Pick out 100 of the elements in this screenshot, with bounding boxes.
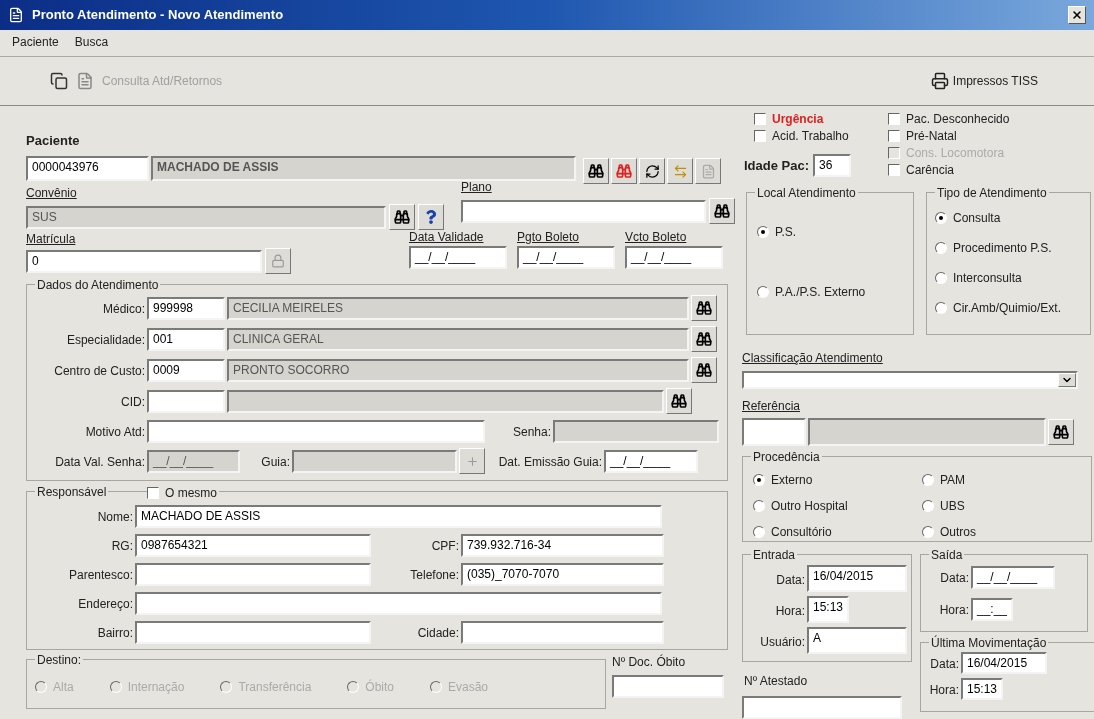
radio-button[interactable] bbox=[935, 242, 947, 254]
radio-button[interactable] bbox=[757, 226, 769, 238]
text-field[interactable]: 0000043976 bbox=[26, 155, 149, 181]
text-field[interactable] bbox=[135, 562, 371, 586]
text-field[interactable]: 36 bbox=[813, 154, 852, 177]
text-field[interactable] bbox=[612, 675, 724, 698]
field-label: Referência bbox=[742, 399, 801, 413]
text-field[interactable]: __/__/____ bbox=[625, 246, 723, 269]
menu-item[interactable]: Busca bbox=[74, 33, 109, 51]
text-field[interactable]: PRONTO SOCORRO bbox=[227, 358, 689, 382]
field-label: Nº Doc. Óbito bbox=[612, 653, 687, 671]
copy-icon[interactable] bbox=[50, 72, 68, 90]
text-field[interactable]: 0009 bbox=[147, 358, 225, 382]
search-button[interactable] bbox=[691, 357, 717, 383]
field-label: Guia: bbox=[261, 455, 290, 469]
radio-button[interactable] bbox=[753, 474, 765, 486]
window-title: Pronto Atendimento - Novo Atendimento bbox=[32, 6, 284, 25]
text-field[interactable]: 0987654321 bbox=[135, 533, 371, 557]
checkbox-label: Pré-Natal bbox=[906, 127, 957, 145]
radio-label: UBS bbox=[940, 498, 965, 515]
text-field[interactable]: MACHADO DE ASSIS bbox=[135, 504, 662, 528]
search-button[interactable] bbox=[709, 198, 735, 224]
radio-label: Externo bbox=[771, 472, 813, 489]
text-field[interactable]: (035)_7070-7070 bbox=[461, 562, 664, 586]
search-button[interactable] bbox=[691, 295, 717, 321]
radio-button[interactable] bbox=[753, 500, 765, 512]
field-label: CPF: bbox=[431, 539, 459, 553]
text-field[interactable]: 16/04/2015 bbox=[807, 565, 907, 592]
binoculars-icon bbox=[671, 393, 687, 409]
radio-label: Alta bbox=[53, 679, 74, 696]
text-field[interactable]: 15:13 bbox=[807, 596, 849, 623]
classificacao-dropdown[interactable] bbox=[742, 371, 1078, 389]
text-field[interactable]: A bbox=[807, 627, 907, 654]
text-field[interactable]: 001 bbox=[147, 327, 225, 351]
field-label: Dat. Emissão Guia: bbox=[498, 455, 602, 469]
text-field[interactable] bbox=[461, 620, 664, 644]
document-icon[interactable] bbox=[76, 72, 94, 90]
checkbox[interactable] bbox=[754, 129, 766, 142]
search-button[interactable] bbox=[389, 204, 415, 230]
menu-item[interactable]: Paciente bbox=[12, 33, 59, 51]
add-button[interactable] bbox=[459, 448, 485, 474]
text-field[interactable] bbox=[147, 389, 225, 413]
text-field[interactable] bbox=[135, 620, 371, 644]
text-field[interactable]: 16/04/2015 bbox=[961, 652, 1047, 674]
radio-button[interactable] bbox=[753, 526, 765, 538]
checkbox[interactable] bbox=[754, 112, 766, 125]
checkbox[interactable] bbox=[147, 487, 159, 499]
text-field[interactable] bbox=[227, 389, 664, 413]
text-field[interactable]: SUS bbox=[26, 205, 386, 229]
document-button[interactable] bbox=[695, 158, 721, 184]
text-field[interactable]: 999998 bbox=[147, 296, 225, 320]
search-button[interactable] bbox=[1048, 419, 1074, 445]
field-label: Usuário: bbox=[760, 634, 805, 649]
text-field[interactable]: 739.932.716-34 bbox=[461, 533, 664, 557]
text-field[interactable] bbox=[808, 418, 1046, 446]
radio-button[interactable] bbox=[935, 212, 947, 224]
search-button[interactable] bbox=[691, 326, 717, 352]
radio-button[interactable] bbox=[922, 500, 934, 512]
radio-button[interactable] bbox=[757, 286, 769, 298]
field-label: Data: bbox=[930, 657, 959, 671]
swap-button[interactable] bbox=[667, 158, 693, 184]
radio-button[interactable] bbox=[922, 474, 934, 486]
checkbox[interactable] bbox=[888, 129, 900, 142]
text-field[interactable]: 0 bbox=[26, 249, 262, 273]
text-field[interactable]: __/__/____ bbox=[971, 565, 1055, 589]
help-button[interactable] bbox=[418, 204, 444, 230]
help-icon bbox=[424, 210, 438, 224]
search-button[interactable] bbox=[666, 388, 692, 414]
search-button[interactable] bbox=[583, 158, 609, 184]
text-field[interactable]: __:__ bbox=[971, 597, 1013, 621]
text-field[interactable]: __/__/____ bbox=[604, 449, 698, 473]
text-field[interactable]: CLINICA GERAL bbox=[227, 327, 689, 351]
text-field[interactable]: __/__/____ bbox=[517, 246, 615, 269]
text-field[interactable]: 15:13 bbox=[961, 678, 1003, 700]
radio-button[interactable] bbox=[935, 272, 947, 284]
text-field[interactable] bbox=[742, 418, 806, 446]
text-field[interactable]: MACHADO DE ASSIS bbox=[151, 155, 576, 181]
refresh-button[interactable] bbox=[639, 158, 665, 184]
text-field[interactable] bbox=[147, 419, 485, 443]
checkbox[interactable] bbox=[888, 163, 900, 176]
text-field[interactable] bbox=[461, 199, 706, 223]
field-label: Data Validade bbox=[409, 229, 485, 246]
radio-label: PAM bbox=[940, 472, 966, 489]
radio-label: Consulta bbox=[953, 210, 1001, 227]
field-label: Nº Atestado bbox=[744, 674, 808, 688]
lock-button[interactable] bbox=[265, 248, 291, 274]
text-field[interactable] bbox=[742, 696, 902, 719]
field-label: Telefone: bbox=[410, 568, 459, 582]
field-label: Cidade: bbox=[417, 626, 459, 640]
text-field[interactable]: __/__/____ bbox=[409, 246, 507, 269]
field-label: Matrícula bbox=[26, 231, 77, 248]
text-field[interactable] bbox=[135, 591, 662, 615]
checkbox-label: Pac. Desconhecido bbox=[906, 110, 1010, 128]
radio-button[interactable] bbox=[922, 526, 934, 538]
impressos-button[interactable]: Impressos TISS bbox=[930, 72, 1038, 90]
radio-button[interactable] bbox=[935, 302, 947, 314]
checkbox[interactable] bbox=[888, 112, 900, 125]
close-button[interactable] bbox=[1068, 6, 1086, 24]
text-field[interactable]: CECILIA MEIRELES bbox=[227, 296, 689, 320]
radio-label: Outros bbox=[940, 524, 976, 541]
